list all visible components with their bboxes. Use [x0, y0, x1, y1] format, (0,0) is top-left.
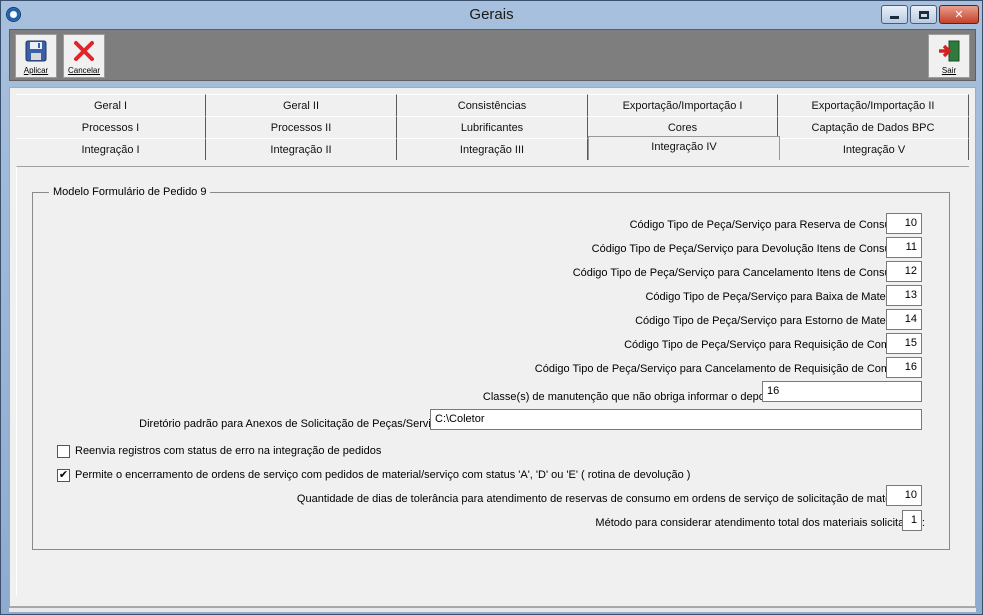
checkbox-permite-encerramento[interactable]: ✔: [57, 469, 70, 482]
apply-button[interactable]: Aplicar: [15, 34, 57, 78]
label-cancelamento-requisicao: Código Tipo de Peça/Serviço para Cancela…: [534, 363, 909, 375]
input-estorno-materiais[interactable]: 14: [886, 309, 922, 330]
input-baixa-materiais[interactable]: 13: [886, 285, 922, 306]
window-title: Gerais: [469, 6, 514, 23]
tab-row-2: Processos I Processos II Lubrificantes C…: [16, 116, 969, 138]
tab-exportacao-2[interactable]: Exportação/Importação II: [778, 94, 969, 116]
cancel-x-icon: [72, 39, 96, 63]
tab-cores[interactable]: Cores: [588, 116, 778, 138]
toolbar: Aplicar Cancelar Sair: [9, 29, 976, 81]
bottom-divider: [9, 608, 976, 612]
close-icon: ✕: [954, 9, 964, 21]
tab-exportacao-1[interactable]: Exportação/Importação I: [588, 94, 778, 116]
exit-door-icon: [937, 39, 961, 63]
input-metodo-atendimento[interactable]: 1: [902, 510, 922, 531]
minimize-icon: [890, 16, 899, 19]
tab-processos-2[interactable]: Processos II: [206, 116, 397, 138]
tab-consistencias[interactable]: Consistências: [397, 94, 588, 116]
minimize-button[interactable]: [881, 5, 908, 24]
input-reserva-consumo[interactable]: 10: [886, 213, 922, 234]
title-bar[interactable]: Gerais ✕: [1, 1, 982, 29]
tab-processos-1[interactable]: Processos I: [16, 116, 206, 138]
tab-integracao-1[interactable]: Integração I: [16, 138, 206, 160]
cancel-label: Cancelar: [67, 66, 100, 75]
label-cancelamento-itens: Código Tipo de Peça/Serviço para Cancela…: [572, 267, 909, 279]
check-mark-icon: ✔: [58, 469, 69, 481]
maximize-button[interactable]: [910, 5, 937, 24]
label-requisicao-compra: Código Tipo de Peça/Serviço para Requisi…: [624, 339, 909, 351]
checkbox-reenvia-registros[interactable]: [57, 445, 70, 458]
input-cancelamento-itens[interactable]: 12: [886, 261, 922, 282]
settings-panel: Geral I Geral II Consistências Exportaçã…: [9, 87, 976, 607]
main-window: Gerais ✕ Aplicar Cancelar Sair Geral I G…: [0, 0, 983, 615]
label-dias-tolerancia: Quantidade de dias de tolerância para at…: [296, 493, 909, 505]
tab-row-1: Geral I Geral II Consistências Exportaçã…: [16, 94, 969, 116]
label-reserva-consumo: Código Tipo de Peça/Serviço para Reserva…: [629, 219, 909, 231]
tab-geral-2[interactable]: Geral II: [206, 94, 397, 116]
tab-geral-1[interactable]: Geral I: [16, 94, 206, 116]
close-button[interactable]: ✕: [939, 5, 979, 24]
label-reenvia-registros: Reenvia registros com status de erro na …: [75, 445, 382, 457]
group-modelo-formulario: Modelo Formulário de Pedido 9 Código Tip…: [32, 186, 950, 550]
label-metodo-atendimento: Método para considerar atendimento total…: [595, 517, 925, 529]
tab-integracao-4[interactable]: Integração IV: [588, 136, 780, 160]
save-icon: [24, 39, 48, 63]
cancel-button[interactable]: Cancelar: [63, 34, 105, 78]
label-classes-manutencao: Classe(s) de manutenção que não obriga i…: [482, 391, 785, 403]
label-permite-encerramento: Permite o encerramento de ordens de serv…: [75, 469, 691, 481]
input-dias-tolerancia[interactable]: 10: [886, 485, 922, 506]
tab-strip: Geral I Geral II Consistências Exportaçã…: [16, 94, 969, 160]
label-baixa-materiais: Código Tipo de Peça/Serviço para Baixa d…: [645, 291, 909, 303]
group-legend: Modelo Formulário de Pedido 9: [49, 186, 211, 198]
input-requisicao-compra[interactable]: 15: [886, 333, 922, 354]
label-estorno-materiais: Código Tipo de Peça/Serviço para Estorno…: [635, 315, 909, 327]
maximize-icon: [918, 10, 929, 19]
input-diretorio-anexos[interactable]: C:\Coletor: [430, 409, 922, 430]
input-classes-manutencao[interactable]: 16: [762, 381, 922, 402]
exit-button[interactable]: Sair: [928, 34, 970, 78]
exit-label: Sair: [941, 66, 957, 75]
label-devolucao-itens: Código Tipo de Peça/Serviço para Devoluç…: [591, 243, 909, 255]
input-cancelamento-requisicao[interactable]: 16: [886, 357, 922, 378]
tab-row-3: Integração I Integração II Integração II…: [16, 136, 969, 160]
label-diretorio-anexos: Diretório padrão para Anexos de Solicita…: [139, 418, 451, 430]
input-devolucao-itens[interactable]: 11: [886, 237, 922, 258]
tab-lubrificantes[interactable]: Lubrificantes: [397, 116, 588, 138]
tab-integracao-5[interactable]: Integração V: [780, 138, 969, 160]
tab-integracao-2[interactable]: Integração II: [206, 138, 397, 160]
tab-integracao-3[interactable]: Integração III: [397, 138, 588, 160]
tab-captacao-bpc[interactable]: Captação de Dados BPC: [778, 116, 969, 138]
apply-label: Aplicar: [23, 66, 49, 75]
